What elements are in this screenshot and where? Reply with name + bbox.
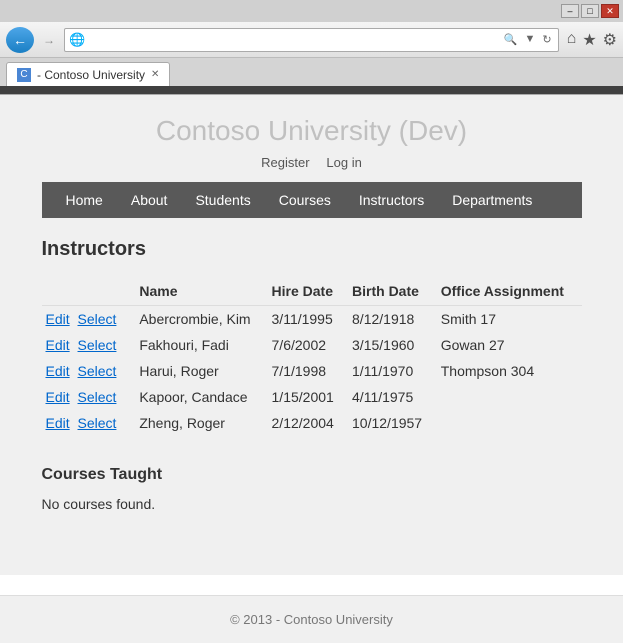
table-row: Edit Select Kapoor, Candace 1/15/2001 4/… (42, 384, 582, 410)
row-birth-date-3: 4/11/1975 (348, 384, 437, 410)
tab-favicon: C (17, 68, 31, 82)
refresh-icon[interactable]: ↻ (540, 32, 553, 47)
forward-button[interactable]: → (38, 29, 60, 51)
close-button[interactable]: ✕ (601, 4, 619, 18)
edit-link-2[interactable]: Edit (46, 363, 70, 379)
edit-link-0[interactable]: Edit (46, 311, 70, 327)
dropdown-icon[interactable]: ▼ (523, 32, 538, 47)
row-hire-date-0: 3/11/1995 (268, 306, 349, 333)
minimize-button[interactable]: – (561, 4, 579, 18)
row-office-3 (437, 384, 582, 410)
navigation-bar: ← → 🌐 http://localhost:21456/Instru... 🔍… (0, 22, 623, 58)
edit-link-4[interactable]: Edit (46, 415, 70, 431)
select-link-3[interactable]: Select (78, 389, 117, 405)
favorites-icon[interactable]: ★ (582, 30, 596, 50)
table-row: Edit Select Abercrombie, Kim 3/11/1995 8… (42, 306, 582, 333)
row-name-2: Harui, Roger (135, 358, 267, 384)
title-bar: – □ ✕ (0, 0, 623, 22)
page-content: Contoso University (Dev) Register Log in… (0, 95, 623, 575)
edit-link-1[interactable]: Edit (46, 337, 70, 353)
nav-item-about[interactable]: About (117, 182, 182, 218)
instructors-table: Name Hire Date Birth Date Office Assignm… (42, 277, 582, 436)
maximize-button[interactable]: □ (581, 4, 599, 18)
select-link-2[interactable]: Select (78, 363, 117, 379)
search-icon[interactable]: 🔍 (502, 32, 520, 47)
page-heading: Instructors (42, 238, 582, 261)
favicon-icon: 🌐 (69, 32, 85, 48)
row-actions-2: Edit Select (42, 358, 136, 384)
main-navigation: Home About Students Courses Instructors … (42, 182, 582, 218)
url-input[interactable]: http://localhost:21456/Instru... (89, 33, 500, 47)
table-row: Edit Select Fakhouri, Fadi 7/6/2002 3/15… (42, 332, 582, 358)
row-hire-date-3: 1/15/2001 (268, 384, 349, 410)
col-hire-date: Hire Date (268, 277, 349, 306)
row-name-0: Abercrombie, Kim (135, 306, 267, 333)
register-link[interactable]: Register (261, 155, 309, 170)
col-actions (42, 277, 136, 306)
edit-link-3[interactable]: Edit (46, 389, 70, 405)
row-office-0: Smith 17 (437, 306, 582, 333)
col-name: Name (135, 277, 267, 306)
auth-links: Register Log in (42, 155, 582, 170)
nav-item-departments[interactable]: Departments (438, 182, 546, 218)
col-birth-date: Birth Date (348, 277, 437, 306)
row-hire-date-2: 7/1/1998 (268, 358, 349, 384)
row-birth-date-2: 1/11/1970 (348, 358, 437, 384)
tab-close-button[interactable]: ✕ (151, 69, 159, 80)
row-actions-0: Edit Select (42, 306, 136, 333)
col-office: Office Assignment (437, 277, 582, 306)
nav-item-students[interactable]: Students (181, 182, 264, 218)
settings-icon[interactable]: ⚙ (603, 30, 617, 50)
address-bar[interactable]: 🌐 http://localhost:21456/Instru... 🔍 ▼ ↻ (64, 28, 559, 52)
row-birth-date-0: 8/12/1918 (348, 306, 437, 333)
courses-heading: Courses Taught (42, 466, 582, 484)
browser-toolbar-bar (0, 86, 623, 94)
address-icons: 🔍 ▼ ↻ (502, 32, 554, 47)
back-button[interactable]: ← (6, 27, 34, 53)
nav-item-home[interactable]: Home (52, 182, 117, 218)
row-name-3: Kapoor, Candace (135, 384, 267, 410)
row-actions-4: Edit Select (42, 410, 136, 436)
row-office-2: Thompson 304 (437, 358, 582, 384)
nav-item-courses[interactable]: Courses (265, 182, 345, 218)
site-title: Contoso University (Dev) (42, 115, 582, 147)
row-office-4 (437, 410, 582, 436)
select-link-1[interactable]: Select (78, 337, 117, 353)
nav-list: Home About Students Courses Instructors … (52, 182, 572, 218)
row-hire-date-4: 2/12/2004 (268, 410, 349, 436)
select-link-4[interactable]: Select (78, 415, 117, 431)
row-birth-date-1: 3/15/1960 (348, 332, 437, 358)
home-icon[interactable]: ⌂ (567, 30, 577, 50)
table-row: Edit Select Harui, Roger 7/1/1998 1/11/1… (42, 358, 582, 384)
table-row: Edit Select Zheng, Roger 2/12/2004 10/12… (42, 410, 582, 436)
table-body: Edit Select Abercrombie, Kim 3/11/1995 8… (42, 306, 582, 437)
table-header: Name Hire Date Birth Date Office Assignm… (42, 277, 582, 306)
row-birth-date-4: 10/12/1957 (348, 410, 437, 436)
no-courses-message: No courses found. (42, 496, 582, 512)
row-actions-1: Edit Select (42, 332, 136, 358)
select-link-0[interactable]: Select (78, 311, 117, 327)
row-office-1: Gowan 27 (437, 332, 582, 358)
row-actions-3: Edit Select (42, 384, 136, 410)
login-link[interactable]: Log in (326, 155, 361, 170)
site-footer: © 2013 - Contoso University (0, 595, 623, 643)
row-name-1: Fakhouri, Fadi (135, 332, 267, 358)
nav-item-instructors[interactable]: Instructors (345, 182, 438, 218)
row-name-4: Zheng, Roger (135, 410, 267, 436)
tab-label: - Contoso University (37, 68, 145, 82)
active-tab[interactable]: C - Contoso University ✕ (6, 62, 170, 86)
row-hire-date-1: 7/6/2002 (268, 332, 349, 358)
header-row: Name Hire Date Birth Date Office Assignm… (42, 277, 582, 306)
tab-bar: C - Contoso University ✕ (0, 58, 623, 86)
window-controls: – □ ✕ (561, 4, 619, 18)
